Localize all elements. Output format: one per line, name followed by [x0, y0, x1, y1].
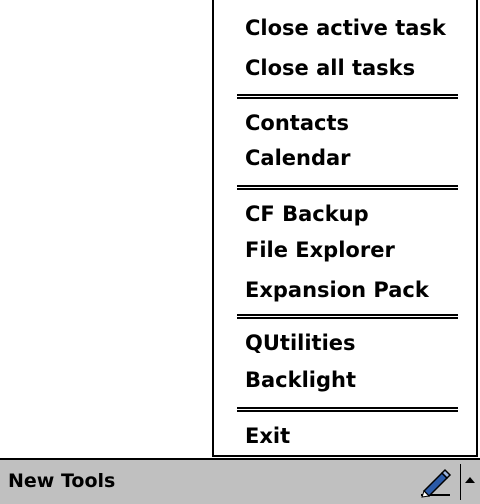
menu-item-close-all-tasks[interactable]: Close all tasks — [214, 50, 476, 86]
menu-item-calendar[interactable]: Calendar — [214, 140, 476, 176]
menu-item-backlight[interactable]: Backlight — [214, 362, 476, 398]
menu-item-qutilities[interactable]: QUtilities — [214, 325, 476, 361]
menu-item-close-active-task[interactable]: Close active task — [214, 10, 476, 46]
command-bar: New Tools — [0, 458, 480, 504]
menu-separator — [237, 94, 458, 99]
popup-menu: Close active task Close all tasks Contac… — [212, 0, 478, 457]
menu-item-contacts[interactable]: Contacts — [214, 105, 476, 141]
menu-item-expansion-pack[interactable]: Expansion Pack — [214, 272, 476, 308]
taskbar-title[interactable]: New Tools — [8, 460, 115, 504]
menu-separator — [237, 314, 458, 319]
menu-item-file-explorer[interactable]: File Explorer — [214, 232, 476, 268]
input-method-toggle[interactable] — [461, 466, 480, 500]
menu-separator — [237, 185, 458, 190]
up-arrow-icon — [465, 477, 475, 483]
menu-separator — [237, 407, 458, 412]
menu-item-exit[interactable]: Exit — [214, 418, 476, 454]
menu-item-cf-backup[interactable]: CF Backup — [214, 196, 476, 232]
input-panel-button[interactable] — [418, 466, 454, 500]
pen-icon — [421, 468, 452, 498]
